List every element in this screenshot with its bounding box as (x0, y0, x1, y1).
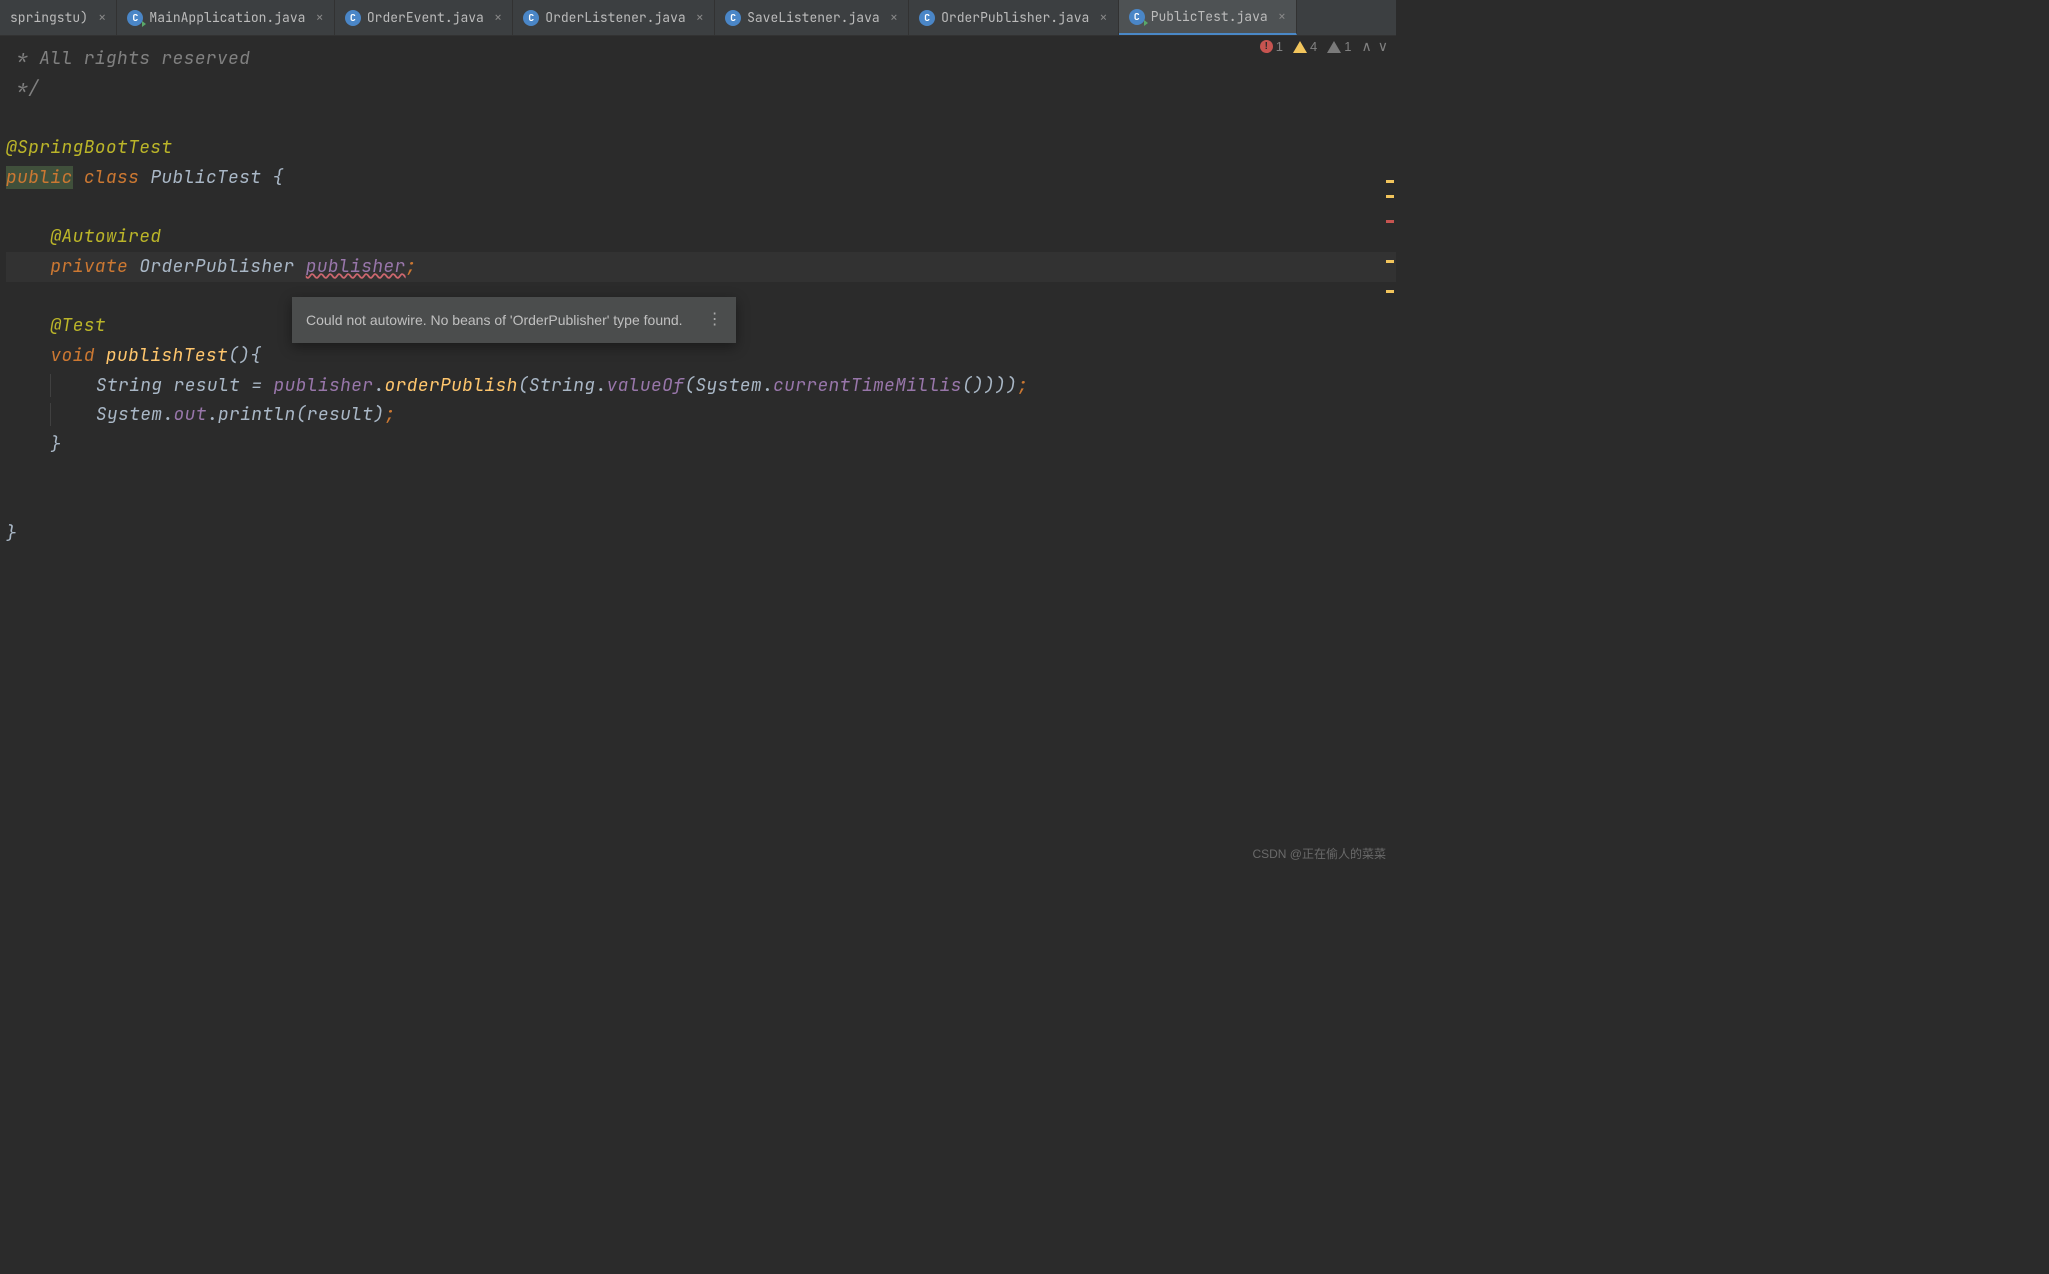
close-icon[interactable]: × (1099, 9, 1107, 27)
tab-mainapplication[interactable]: C MainApplication.java × (117, 0, 334, 35)
tab-label: PublicTest.java (1151, 8, 1268, 25)
brace-open: { (250, 344, 261, 367)
brace-open: { (272, 166, 283, 189)
method-currenttimemillis: currentTimeMillis (773, 374, 962, 397)
type-orderpublisher: OrderPublisher (139, 255, 294, 278)
tab-label: SaveListener.java (747, 9, 880, 26)
method-publishtest: publishTest (106, 344, 228, 367)
annotation-autowired: @Autowired (50, 225, 161, 248)
error-tooltip: Could not autowire. No beans of 'OrderPu… (292, 297, 736, 343)
kw-private: private (50, 255, 128, 278)
method-println: println (218, 403, 296, 426)
class-run-icon: C (1129, 9, 1145, 25)
ref-system: System (96, 403, 163, 426)
watermark: CSDN @正在偷人的菜菜 (1252, 845, 1386, 862)
tab-orderevent[interactable]: C OrderEvent.java × (335, 0, 513, 35)
code-comment: * All rights reserved (6, 47, 250, 70)
close-icon[interactable]: × (696, 9, 704, 27)
eq: = (251, 374, 262, 397)
tab-springstu[interactable]: springstu) × (0, 0, 117, 35)
method-valueof: valueOf (607, 374, 685, 397)
brace-close: } (50, 433, 61, 456)
ref-result: result (307, 403, 374, 426)
stripe-marker-warn[interactable] (1386, 290, 1394, 293)
tab-label: OrderEvent.java (367, 9, 484, 26)
kw-void: void (50, 344, 94, 367)
stripe-marker-warn[interactable] (1386, 180, 1394, 183)
method-orderpublish: orderPublish (384, 374, 517, 397)
parens: () (228, 344, 250, 367)
tab-savelistener[interactable]: C SaveListener.java × (715, 0, 909, 35)
close-icon[interactable]: × (890, 9, 898, 27)
var-result: result (174, 374, 241, 397)
class-icon: C (725, 10, 741, 26)
field-out: out (174, 403, 207, 426)
close-icon[interactable]: × (1278, 8, 1286, 26)
tab-label: OrderPublisher.java (941, 9, 1089, 26)
tab-label: OrderListener.java (545, 9, 685, 26)
tooltip-text: Could not autowire. No beans of 'OrderPu… (306, 309, 683, 332)
stripe-marker-warn[interactable] (1386, 260, 1394, 263)
more-actions-icon[interactable]: ⋮ (707, 307, 722, 333)
class-icon: C (523, 10, 539, 26)
close-icon[interactable]: × (494, 9, 502, 27)
type-string: String (96, 374, 163, 397)
annotation-springboottest: @SpringBootTest (6, 136, 173, 159)
tab-label: MainApplication.java (149, 9, 305, 26)
field-publisher: publisher (306, 255, 406, 278)
code-comment: */ (6, 77, 39, 100)
kw-public: public (6, 166, 73, 189)
class-icon: C (345, 10, 361, 26)
close-icon[interactable]: × (98, 9, 106, 27)
annotation-test: @Test (50, 314, 106, 337)
stripe-marker-warn[interactable] (1386, 195, 1394, 198)
editor-tab-bar: springstu) × C MainApplication.java × C … (0, 0, 1396, 36)
tab-publictest[interactable]: C PublicTest.java × (1119, 0, 1297, 35)
semicolon: ; (406, 255, 417, 278)
brace-close: } (6, 522, 17, 545)
class-name: PublicTest (150, 166, 261, 189)
error-stripe[interactable] (1384, 60, 1396, 760)
close-icon[interactable]: × (315, 9, 323, 27)
kw-class: class (84, 166, 140, 189)
class-icon: C (919, 10, 935, 26)
ref-system: System (695, 374, 762, 397)
tab-orderlistener[interactable]: C OrderListener.java × (513, 0, 715, 35)
code-editor[interactable]: * All rights reserved */ @SpringBootTest… (0, 36, 1396, 549)
tab-orderpublisher[interactable]: C OrderPublisher.java × (909, 0, 1119, 35)
ref-string: String (529, 374, 596, 397)
ref-publisher: publisher (273, 374, 373, 397)
stripe-marker-error[interactable] (1386, 220, 1394, 223)
class-run-icon: C (127, 10, 143, 26)
tab-label: springstu) (10, 9, 88, 26)
